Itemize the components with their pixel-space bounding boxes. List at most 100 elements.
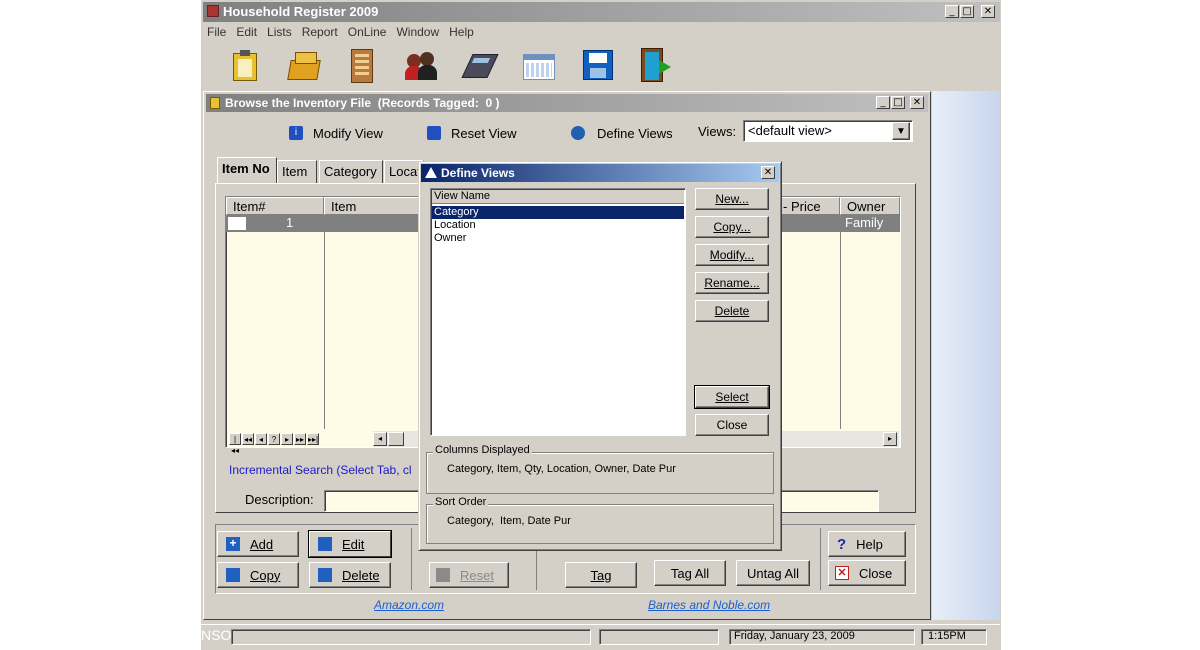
edit-button[interactable]: Edit <box>309 531 391 557</box>
main-titlebar[interactable]: Household Register 2009 _ □ ✕ <box>203 2 1000 22</box>
goto-record-icon[interactable]: ? <box>268 433 280 445</box>
globe-icon <box>571 126 585 140</box>
reset-view-button[interactable]: Reset View <box>427 124 517 142</box>
dialog-close-button[interactable]: ✕ <box>761 166 775 179</box>
tab-category[interactable]: Category <box>319 160 383 184</box>
copy-view-label: Copy... <box>713 220 751 234</box>
first-record-icon[interactable]: |◂◂ <box>229 433 241 455</box>
tag-all-label: Tag All <box>670 565 710 581</box>
close-button[interactable]: ✕ Close <box>828 560 906 586</box>
row-indicator <box>228 217 246 230</box>
browse-maximize-button[interactable]: □ <box>891 96 905 109</box>
scroll-left-icon[interactable]: ◂ <box>373 432 387 446</box>
define-views-label: Define Views <box>597 125 673 141</box>
tag-all-button[interactable]: Tag All <box>654 560 726 586</box>
browse-window-icon <box>210 97 220 109</box>
building-icon[interactable] <box>351 49 373 83</box>
edit-icon <box>318 537 332 551</box>
delete-view-button[interactable]: Delete <box>695 300 769 322</box>
column-header-price[interactable]: - Price <box>776 197 840 215</box>
delete-button[interactable]: Delete <box>309 562 391 588</box>
column-header-owner[interactable]: Owner <box>840 197 900 215</box>
views-dropdown[interactable]: <default view> ▼ <box>743 120 913 142</box>
prev-page-icon[interactable]: ◂◂ <box>242 433 254 445</box>
list-item[interactable]: Location <box>432 219 684 232</box>
maximize-button[interactable]: □ <box>960 5 974 18</box>
untag-all-button[interactable]: Untag All <box>736 560 810 586</box>
row-owner-cell: Family <box>845 215 884 230</box>
close-dialog-button[interactable]: Close <box>695 414 769 436</box>
rename-view-button[interactable]: Rename... <box>695 272 769 294</box>
column-header-item[interactable]: Item <box>324 197 424 215</box>
copy-view-button[interactable]: Copy... <box>695 216 769 238</box>
tab-item-no[interactable]: Item No <box>217 157 277 184</box>
scroll-right-icon[interactable]: ▸ <box>883 432 897 446</box>
view-name-list[interactable]: View Name Category Location Owner <box>430 188 686 436</box>
people-icon[interactable] <box>405 50 437 82</box>
list-item-owner: Owner <box>434 232 467 244</box>
help-button[interactable]: ? Help <box>828 531 906 557</box>
columns-displayed-group: Columns Displayed Category, Item, Qty, L… <box>426 444 774 494</box>
modify-view-button[interactable]: i Modify View <box>289 124 383 142</box>
column-header-itemno-label: Item# <box>233 199 266 214</box>
browse-close-button[interactable]: ✕ <box>910 96 924 109</box>
close-dialog-label: Close <box>716 418 748 432</box>
tab-location-label: Locat <box>389 164 421 179</box>
tab-item[interactable]: Item <box>277 160 317 184</box>
menu-help[interactable]: Help <box>449 25 474 41</box>
browse-titlebar[interactable]: Browse the Inventory File (Records Tagge… <box>206 94 928 112</box>
column-header-price-label: - Price <box>783 199 821 214</box>
column-header-itemno[interactable]: Item# <box>226 197 324 215</box>
reset-button[interactable]: Reset <box>429 562 509 588</box>
copy-label: Copy <box>250 567 281 583</box>
floppy-disk-icon[interactable] <box>583 50 613 80</box>
calculator-icon[interactable] <box>461 54 499 80</box>
list-item[interactable]: Category <box>432 206 684 219</box>
app-title: Household Register 2009 <box>223 4 379 19</box>
list-item[interactable]: Owner <box>432 232 684 245</box>
clipboard-icon[interactable] <box>231 50 259 82</box>
tag-label: Tag <box>590 567 612 583</box>
list-header[interactable]: View Name <box>432 190 684 204</box>
menu-edit[interactable]: Edit <box>236 25 257 41</box>
define-views-button[interactable]: Define Views <box>571 124 673 142</box>
prev-record-icon[interactable]: ◂ <box>255 433 267 445</box>
last-record-icon[interactable]: ▸▸| <box>307 433 319 445</box>
tab-item-no-label: Item No <box>222 161 270 176</box>
new-view-button[interactable]: New... <box>695 188 769 210</box>
menu-window[interactable]: Window <box>396 25 439 41</box>
tag-button[interactable]: Tag <box>565 562 637 588</box>
calendar-icon[interactable] <box>523 54 555 80</box>
add-button[interactable]: + Add <box>217 531 299 557</box>
menu-file[interactable]: File <box>207 25 226 41</box>
scroll-thumb[interactable] <box>388 432 404 446</box>
amazon-link[interactable]: Amazon.com <box>374 598 444 612</box>
exit-door-icon[interactable] <box>641 48 673 82</box>
define-views-dialog: Define Views ✕ View Name Category Locati… <box>418 161 782 551</box>
menu-report[interactable]: Report <box>302 25 338 41</box>
close-window-button[interactable]: ✕ <box>981 5 995 18</box>
menu-bar: File Edit Lists Report OnLine Window Hel… <box>207 25 474 41</box>
incremental-search-hint: Incremental Search (Select Tab, cl <box>229 463 412 477</box>
menu-online[interactable]: OnLine <box>348 25 387 41</box>
next-page-icon[interactable]: ▸▸ <box>294 433 306 445</box>
info-icon: i <box>289 126 303 140</box>
dialog-title: Define Views <box>441 166 515 180</box>
sort-order-group: Sort Order Category, Item, Date Pur <box>426 496 774 544</box>
menu-lists[interactable]: Lists <box>267 25 292 41</box>
sort-order-value: Category, Item, Date Pur <box>447 515 571 527</box>
list-item-category: Category <box>434 206 479 218</box>
record-navigator[interactable]: |◂◂ ◂◂ ◂ ? ▸ ▸▸ ▸▸| <box>229 433 320 455</box>
copy-button[interactable]: Copy <box>217 562 299 588</box>
select-view-button[interactable]: Select <box>695 386 769 408</box>
help-label: Help <box>856 536 883 552</box>
next-record-icon[interactable]: ▸ <box>281 433 293 445</box>
modify-view-dialog-button[interactable]: Modify... <box>695 244 769 266</box>
barnes-noble-link[interactable]: Barnes and Noble.com <box>648 598 770 612</box>
chevron-down-icon[interactable]: ▼ <box>892 122 910 140</box>
list-header-label: View Name <box>434 190 491 202</box>
dialog-titlebar[interactable]: Define Views ✕ <box>421 164 779 182</box>
file-cabinet-icon[interactable] <box>287 52 321 80</box>
browse-minimize-button[interactable]: _ <box>876 96 890 109</box>
minimize-button[interactable]: _ <box>945 5 959 18</box>
